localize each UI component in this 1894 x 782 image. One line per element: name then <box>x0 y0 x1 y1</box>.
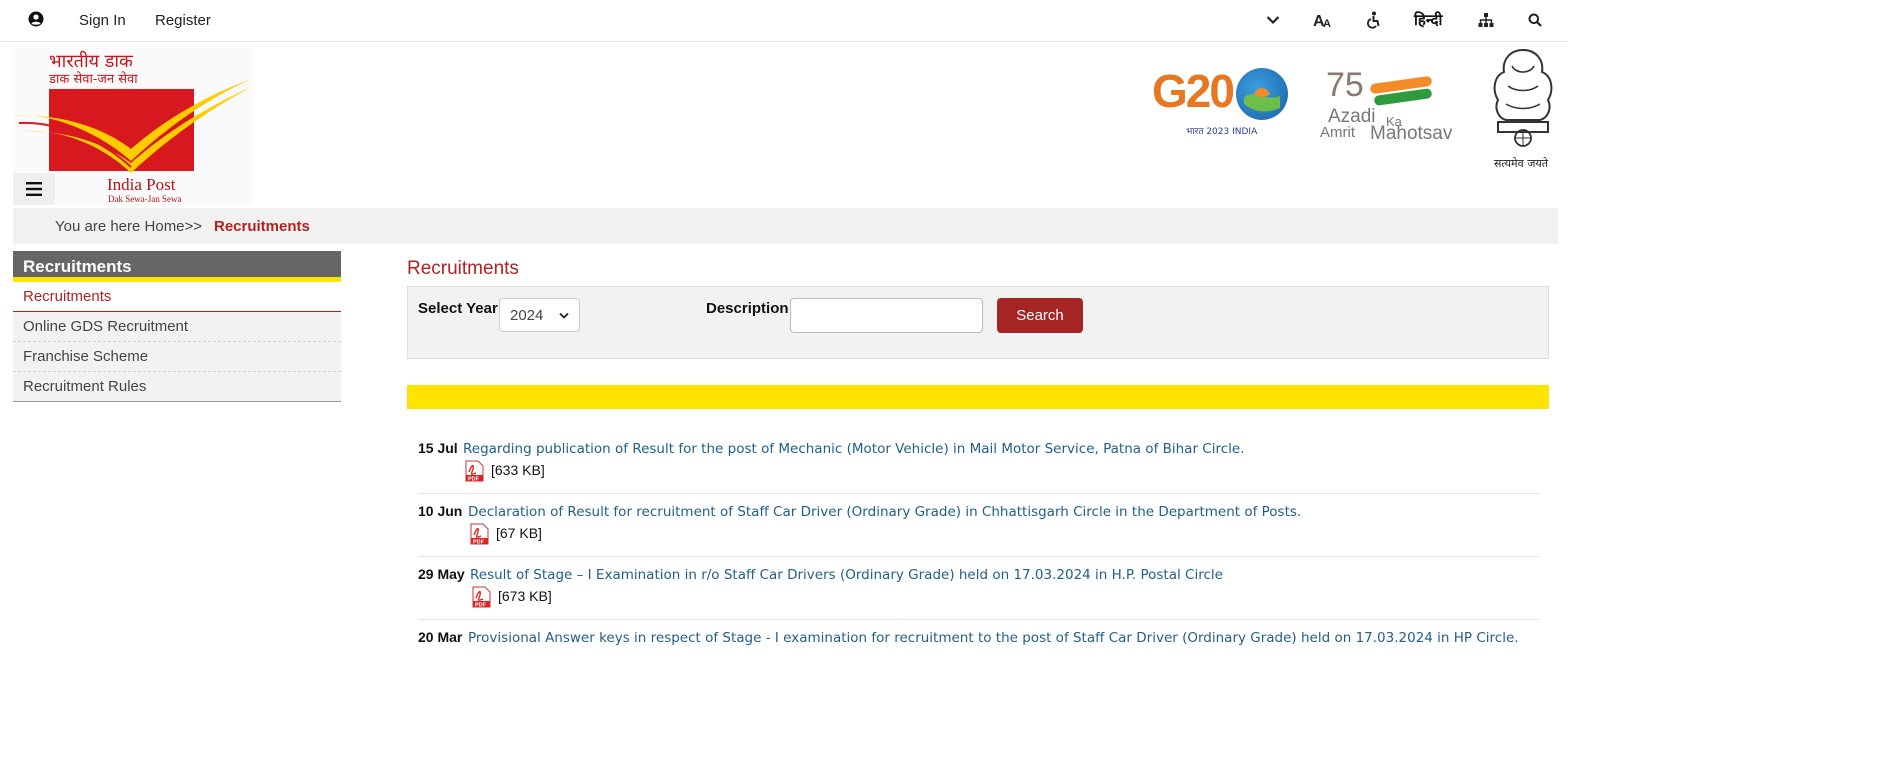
svg-text:PDF: PDF <box>475 602 487 608</box>
logo-english-name: India Post <box>107 175 176 194</box>
logo-tagline: Dak Sewa-Jan Sewa <box>108 194 182 204</box>
national-emblem: सत्यमेव जयते <box>1486 46 1560 174</box>
mahotsav-word: Mahotsav <box>1370 123 1453 144</box>
file-size: [673 KB] <box>498 588 552 604</box>
sitemap-icon[interactable] <box>1476 10 1496 30</box>
azadi-75: 75 <box>1326 66 1364 104</box>
pdf-icon[interactable]: PDF <box>464 460 485 482</box>
item-link[interactable]: Result of Stage – I Examination in r/o S… <box>470 567 1223 583</box>
list-item: 10 Jun Declaration of Result for recruit… <box>418 501 1539 557</box>
sidebar-item-recruitments[interactable]: Recruitments <box>13 282 341 312</box>
sidebar: Recruitments Recruitments Online GDS Rec… <box>13 251 341 402</box>
logo-swoosh <box>13 79 251 173</box>
breadcrumb-home-link[interactable]: You are here Home>> <box>55 218 202 235</box>
emblem-motto: सत्यमेव जयते <box>1494 157 1549 170</box>
description-label: Description <box>706 300 789 317</box>
item-date: 15 Jul <box>418 440 458 456</box>
search-button[interactable]: Search <box>997 298 1083 333</box>
hindi-language-link[interactable]: हिन्दी <box>1414 10 1442 30</box>
page-title: Recruitments <box>407 258 519 279</box>
svg-text:PDF: PDF <box>473 539 485 545</box>
svg-text:A: A <box>1323 18 1331 29</box>
sidebar-item-online-gds-recruitment[interactable]: Online GDS Recruitment <box>13 312 341 342</box>
globe-icon <box>1236 68 1288 120</box>
item-link[interactable]: Declaration of Result for recruitment of… <box>468 504 1301 520</box>
item-link[interactable]: Provisional Answer keys in respect of St… <box>468 630 1519 646</box>
pdf-icon[interactable]: PDF <box>471 586 492 608</box>
breadcrumb: You are here Home>> Recruitments <box>13 208 1558 244</box>
breadcrumb-current: Recruitments <box>214 218 310 235</box>
item-date: 20 Mar <box>418 629 463 645</box>
pdf-icon[interactable]: PDF <box>469 523 490 545</box>
item-date: 29 May <box>418 566 465 582</box>
list-item: 15 Jul Regarding publication of Result f… <box>418 438 1539 494</box>
sidebar-item-franchise-scheme[interactable]: Franchise Scheme <box>13 342 341 372</box>
highlight-bar <box>407 385 1549 409</box>
chevron-down-icon[interactable] <box>1263 10 1283 30</box>
lion-capital-icon <box>1493 48 1553 147</box>
year-select[interactable]: 2024 <box>499 298 580 332</box>
amrit-word: Amrit <box>1320 124 1355 141</box>
file-size: [633 KB] <box>491 462 545 478</box>
hamburger-icon <box>26 182 42 196</box>
year-select-value: 2024 <box>510 306 544 324</box>
svg-text:PDF: PDF <box>468 476 480 482</box>
g20-logo: G20 भारत 2023 INDIA <box>1150 64 1290 144</box>
filter-panel: Select Year 2024 Description Search <box>407 286 1549 359</box>
menu-toggle-button[interactable] <box>13 173 55 205</box>
azadi-ka-amrit-mahotsav-logo: 75 Azadi Ka Amrit Mahotsav <box>1318 66 1462 146</box>
sign-in-link[interactable]: Sign In <box>79 12 126 29</box>
font-size-icon[interactable]: AA <box>1313 10 1333 30</box>
chevron-down-icon <box>559 312 569 319</box>
g20-subtitle: भारत 2023 INDIA <box>1186 127 1258 137</box>
year-label: Select Year <box>418 300 498 317</box>
item-date: 10 Jun <box>418 503 463 519</box>
list-item: 29 May Result of Stage – I Examination i… <box>418 564 1539 620</box>
register-link[interactable]: Register <box>155 12 211 29</box>
sidebar-item-recruitment-rules[interactable]: Recruitment Rules <box>13 372 341 402</box>
list-item: 20 Mar Provisional Answer keys in respec… <box>418 627 1539 683</box>
item-link[interactable]: Regarding publication of Result for the … <box>463 441 1245 457</box>
user-icon[interactable] <box>28 11 44 27</box>
g20-logo-text: G20 <box>1152 65 1235 117</box>
description-input[interactable] <box>790 298 983 333</box>
search-icon[interactable] <box>1525 10 1545 30</box>
sidebar-title: Recruitments <box>13 251 341 282</box>
accessibility-icon[interactable] <box>1363 10 1383 30</box>
file-size: [67 KB] <box>496 525 542 541</box>
top-utility-bar: Sign In Register AA हिन्दी <box>0 0 1568 42</box>
